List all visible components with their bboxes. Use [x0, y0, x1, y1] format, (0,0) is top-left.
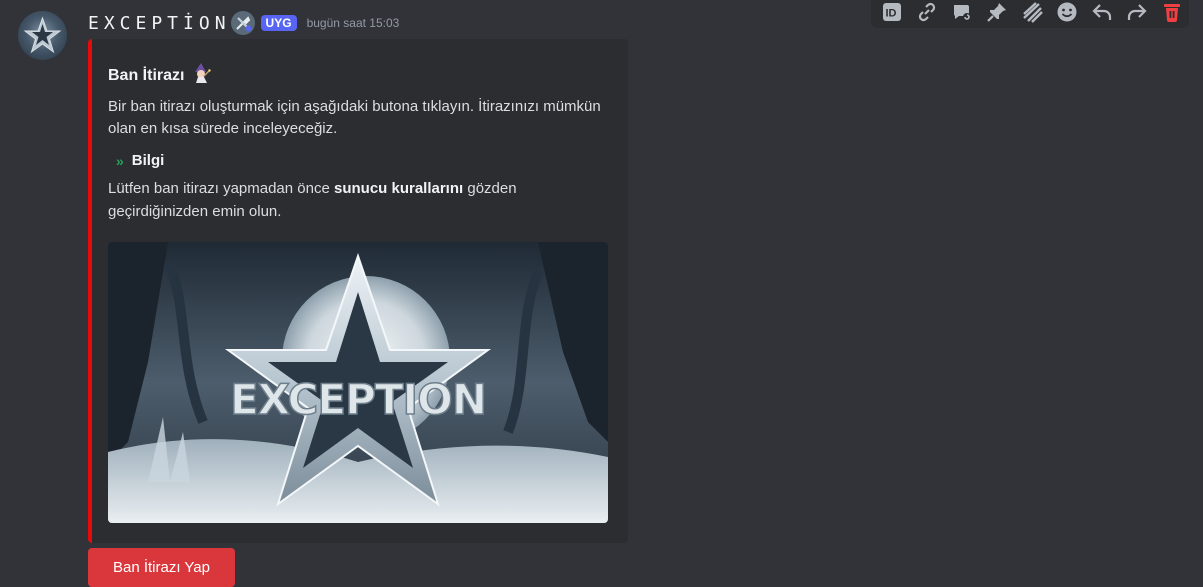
- role-icon: [230, 11, 255, 35]
- field-value-pre: Lütfen ban itirazı yapmadan önce: [108, 180, 334, 197]
- message-toolbar: ID: [871, 0, 1189, 28]
- embed-field-name: » Bilgi: [116, 152, 164, 169]
- username[interactable]: EXCEPTİON: [88, 13, 231, 34]
- wizard-emoji-icon: [190, 62, 212, 89]
- embed-card: Ban İtirazı Bir ban itirazı oluşturmak i…: [88, 39, 628, 543]
- embed-field-value: Lütfen ban itirazı yapmadan önce sunucu …: [108, 177, 613, 223]
- forward-icon[interactable]: [1119, 0, 1154, 27]
- link-icon[interactable]: [910, 0, 945, 27]
- embed-description: Bir ban itirazı oluşturmak için aşağıdak…: [108, 98, 601, 137]
- embed-image[interactable]: EXCEPTION: [108, 242, 608, 523]
- pin-icon[interactable]: [980, 0, 1015, 27]
- embed-title: Ban İtirazı: [108, 62, 212, 89]
- image-banner-text: EXCEPTION: [230, 375, 486, 424]
- timestamp[interactable]: bugün saat 15:03: [307, 16, 400, 30]
- emoji-icon[interactable]: [1049, 0, 1084, 27]
- delete-icon[interactable]: [1154, 0, 1189, 27]
- reply-icon[interactable]: [1084, 0, 1119, 27]
- role-tag[interactable]: UYG: [260, 15, 297, 31]
- message-header: EXCEPTİON UYG bugün saat 15:03: [88, 10, 399, 36]
- message-icon[interactable]: [1015, 0, 1050, 27]
- chat-message: EXCEPTİON UYG bugün saat 15:03 ID Ban İt…: [0, 0, 1203, 587]
- rules-link: sunucu kurallarını: [333, 180, 464, 197]
- field-name-text: Bilgi: [131, 152, 165, 169]
- chevron-right-icon: »: [116, 152, 124, 169]
- thread-icon[interactable]: [945, 0, 980, 27]
- id-icon[interactable]: ID: [875, 0, 910, 27]
- embed-title-text: Ban İtirazı: [108, 66, 185, 84]
- avatar[interactable]: [18, 11, 67, 60]
- svg-text:ID: ID: [886, 8, 897, 20]
- ban-appeal-button[interactable]: Ban İtirazı Yap: [88, 548, 235, 587]
